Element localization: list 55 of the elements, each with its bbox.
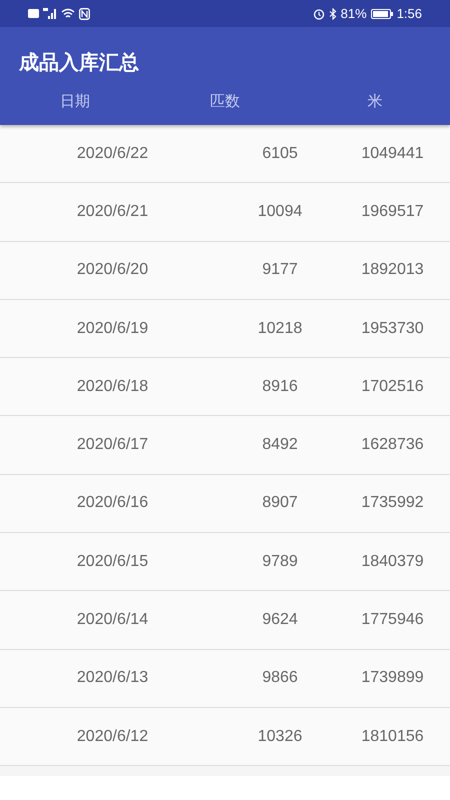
table-cell-text: 9177 [261, 261, 299, 280]
table-cell-text: 2020/6/18 [76, 378, 150, 396]
table-row[interactable]: 2020/6/13 9866 1739899 [0, 650, 450, 708]
table-cell-text: 1702516 [360, 378, 425, 396]
bluetooth-icon [328, 8, 337, 20]
table-row[interactable]: 2020/6/21 10094 1969517 [0, 183, 450, 242]
table-cell-text: 6105 [261, 144, 299, 163]
table-cell-text: 2020/6/22 [76, 144, 150, 163]
table-cell-text: 2020/6/19 [76, 320, 150, 338]
column-header: 日期 [59, 92, 91, 111]
table-cell-text: 1969517 [360, 202, 425, 221]
table-cell-text: 2020/6/17 [76, 436, 150, 454]
table-cell-text: 1810156 [360, 728, 425, 746]
table-row[interactable]: 2020/6/18 8916 1702516 [0, 358, 450, 416]
table-cell-text: 1892013 [360, 261, 425, 280]
table-cell-text: 1739899 [360, 669, 425, 688]
column-header: 匹数 [209, 92, 241, 111]
table-cell-text: 8907 [261, 494, 299, 512]
table-row[interactable]: 2020/6/22 6105 1049441 [0, 125, 450, 184]
table-cell-text: 2020/6/15 [76, 552, 150, 571]
table-cell-text: 8916 [261, 378, 299, 396]
table-cell-text: 10326 [256, 728, 304, 746]
table-cell-text: 9789 [261, 552, 299, 571]
table-cell-text: 2020/6/12 [76, 728, 150, 746]
table-cell-text: 1628736 [360, 436, 425, 454]
table-cell-text: 1840379 [360, 552, 425, 571]
table-cell-text: 2020/6/13 [76, 669, 150, 688]
battery-icon [370, 8, 393, 18]
table-row[interactable]: 2020/6/14 9624 1775946 [0, 591, 450, 650]
table-cell-text: 1775946 [360, 611, 425, 630]
table-cell-text: 9624 [261, 611, 299, 630]
signal-icon [43, 8, 57, 19]
table-cell-text: 2020/6/20 [76, 261, 150, 280]
table-cell-text: 9866 [261, 669, 299, 688]
alarm-icon [312, 8, 325, 20]
table-cell-text: 8492 [261, 436, 299, 454]
table-row[interactable]: 2020/6/20 9177 1892013 [0, 242, 450, 300]
table-row[interactable]: 2020/6/15 9789 1840379 [0, 533, 450, 592]
table-row[interactable]: 2020/6/17 8492 1628736 [0, 416, 450, 475]
table-cell-text: 10094 [256, 202, 304, 221]
table-cell-text: 2020/6/21 [76, 202, 150, 221]
table-row[interactable]: 2020/6/16 8907 1735992 [0, 474, 450, 534]
screen-title: 成品入库汇总 [18, 48, 140, 76]
table-cell-text: 1953730 [360, 320, 425, 338]
table-row[interactable]: 2020/6/19 10218 1953730 [0, 300, 450, 358]
table-cell-text: 2020/6/16 [76, 494, 150, 512]
table-cell-text: 10218 [256, 320, 304, 338]
column-header: 米 [366, 92, 384, 111]
table-cell-text: 2020/6/14 [76, 611, 150, 630]
clock: 1:56 [396, 6, 422, 21]
battery-percent: 81% [340, 6, 367, 21]
nfc-icon [79, 8, 90, 20]
table-cell-text: 1735992 [360, 494, 425, 512]
wifi-icon [61, 8, 75, 19]
table-cell-text: 1049441 [360, 144, 425, 163]
